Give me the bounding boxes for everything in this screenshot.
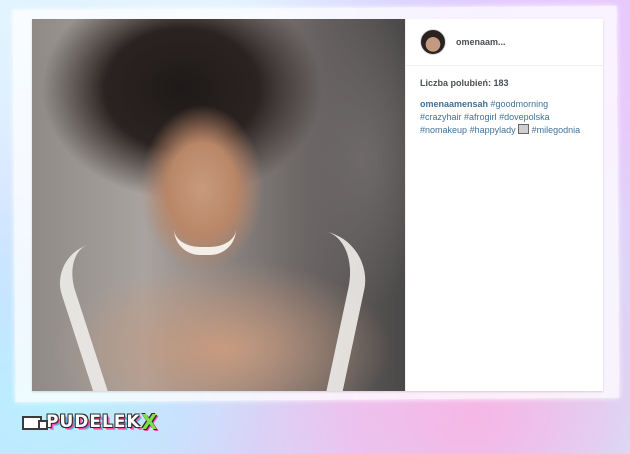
hashtag-link[interactable]: #dovepolska <box>499 112 550 122</box>
instagram-post-card: omenaam... Liczba polubień: 183 omenaame… <box>32 19 603 391</box>
post-caption: omenaamensah #goodmorning #crazyhair #af… <box>406 88 603 137</box>
avatar[interactable] <box>420 29 446 55</box>
hashtag-link[interactable]: #happylady <box>470 125 516 135</box>
likes-count[interactable]: Liczba polubień: 183 <box>406 66 603 88</box>
hashtag-link[interactable]: #crazyhair <box>420 112 462 122</box>
username-link[interactable]: omenaam... <box>456 37 506 47</box>
hashtag-link[interactable]: #afrogirl <box>464 112 497 122</box>
caption-author-link[interactable]: omenaamensah <box>420 99 488 109</box>
hashtag-link[interactable]: #milegodnia <box>532 125 581 135</box>
photo-detail-strap-right <box>235 219 375 391</box>
photo-detail-strap-left <box>49 228 189 391</box>
emoji-placeholder-icon <box>518 124 530 134</box>
hashtag-link[interactable]: #nomakeup <box>420 125 467 135</box>
photo-detail-smile <box>174 229 236 255</box>
hashtag-link[interactable]: #goodmorning <box>491 99 549 109</box>
pudelek-logo: PUDELEK X <box>22 410 158 434</box>
truck-icon <box>22 414 48 430</box>
post-photo[interactable] <box>32 19 405 391</box>
post-header: omenaam... <box>406 19 603 66</box>
logo-x-mark: X <box>141 410 158 434</box>
post-sidebar: omenaam... Liczba polubień: 183 omenaame… <box>405 19 603 391</box>
logo-wordmark: PUDELEK <box>46 412 141 432</box>
